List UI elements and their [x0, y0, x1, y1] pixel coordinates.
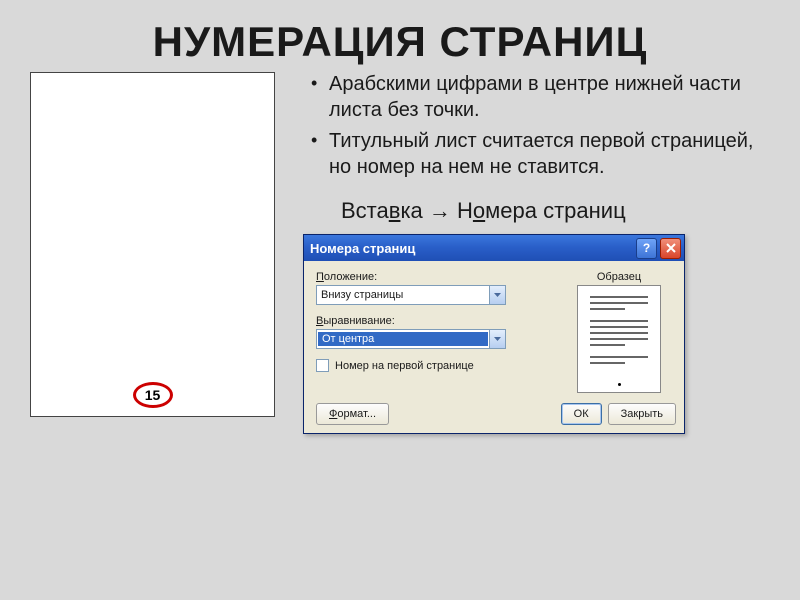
menu-accel: о	[473, 198, 485, 223]
menu-text: Н	[457, 198, 473, 223]
align-combo[interactable]: От центра	[316, 329, 506, 349]
page-number: 15	[145, 387, 161, 403]
position-label: Положение:	[316, 271, 564, 283]
page-numbers-dialog: Номера страниц ? Положение: Внизу страни…	[303, 234, 685, 434]
checkbox-label: Номер на первой странице	[335, 360, 474, 372]
dialog-titlebar[interactable]: Номера страниц ?	[304, 235, 684, 261]
page-number-highlight: 15	[133, 382, 173, 408]
align-label: Выравнивание:	[316, 315, 564, 327]
menu-text: мера страниц	[485, 198, 626, 223]
help-button[interactable]: ?	[636, 238, 657, 259]
slide: НУМЕРАЦИЯ СТРАНИЦ 15 Арабскими цифрами в…	[0, 0, 800, 600]
sample-line	[590, 308, 625, 310]
slide-title: НУМЕРАЦИЯ СТРАНИЦ	[0, 0, 800, 66]
menu-text: ка	[400, 198, 422, 223]
checkbox[interactable]	[316, 359, 329, 372]
bullet-item: Арабскими цифрами в центре нижней части …	[307, 72, 770, 123]
sample-line	[590, 338, 648, 340]
align-value: От центра	[318, 332, 488, 346]
label-text: оложение:	[324, 271, 377, 283]
spacer	[395, 403, 555, 425]
format-button[interactable]: Формат...	[316, 403, 389, 425]
dialog-footer: Формат... ОК Закрыть	[304, 399, 684, 433]
sample-line	[590, 296, 648, 298]
content-row: 15 Арабскими цифрами в центре нижней час…	[0, 66, 800, 434]
sample-line	[590, 344, 625, 346]
menu-arrow: →	[423, 198, 457, 223]
sample-page-dot	[618, 383, 621, 386]
first-page-checkbox-row[interactable]: Номер на первой странице	[316, 359, 564, 372]
preview-label: Образец	[564, 271, 674, 283]
dialog-title: Номера страниц	[310, 241, 415, 256]
chevron-down-icon[interactable]	[489, 286, 505, 304]
label-accel: П	[316, 271, 324, 283]
btn-accel: Ф	[329, 408, 337, 420]
close-icon[interactable]	[660, 238, 681, 259]
position-combo[interactable]: Внизу страницы	[316, 285, 506, 305]
menu-accel: в	[389, 198, 401, 223]
preview-sample	[577, 285, 661, 393]
menu-path: Вставка → Номера страниц	[301, 198, 770, 224]
label-accel: Н	[335, 360, 343, 372]
cancel-button[interactable]: Закрыть	[608, 403, 676, 425]
dialog-left: Положение: Внизу страницы Выравнивание: …	[316, 271, 564, 393]
label-text: омер на первой странице	[343, 360, 474, 372]
dialog-body: Положение: Внизу страницы Выравнивание: …	[304, 261, 684, 399]
btn-text: ормат...	[337, 408, 376, 420]
position-value: Внизу страницы	[317, 289, 489, 301]
bullet-list: Арабскими цифрами в центре нижней части …	[301, 72, 770, 180]
dialog-right: Образец	[564, 271, 674, 393]
right-column: Арабскими цифрами в центре нижней части …	[301, 72, 770, 434]
label-text: ыравнивание:	[323, 315, 394, 327]
sample-line	[590, 326, 648, 328]
chevron-down-icon[interactable]	[489, 330, 505, 348]
ok-button[interactable]: ОК	[561, 403, 602, 425]
sample-line	[590, 362, 625, 364]
page-preview: 15	[30, 72, 275, 417]
sample-line	[590, 356, 648, 358]
sample-line	[590, 302, 648, 304]
menu-text: Вста	[341, 198, 389, 223]
sample-line	[590, 332, 648, 334]
sample-line	[590, 320, 648, 322]
bullet-item: Титульный лист считается первой странице…	[307, 129, 770, 180]
